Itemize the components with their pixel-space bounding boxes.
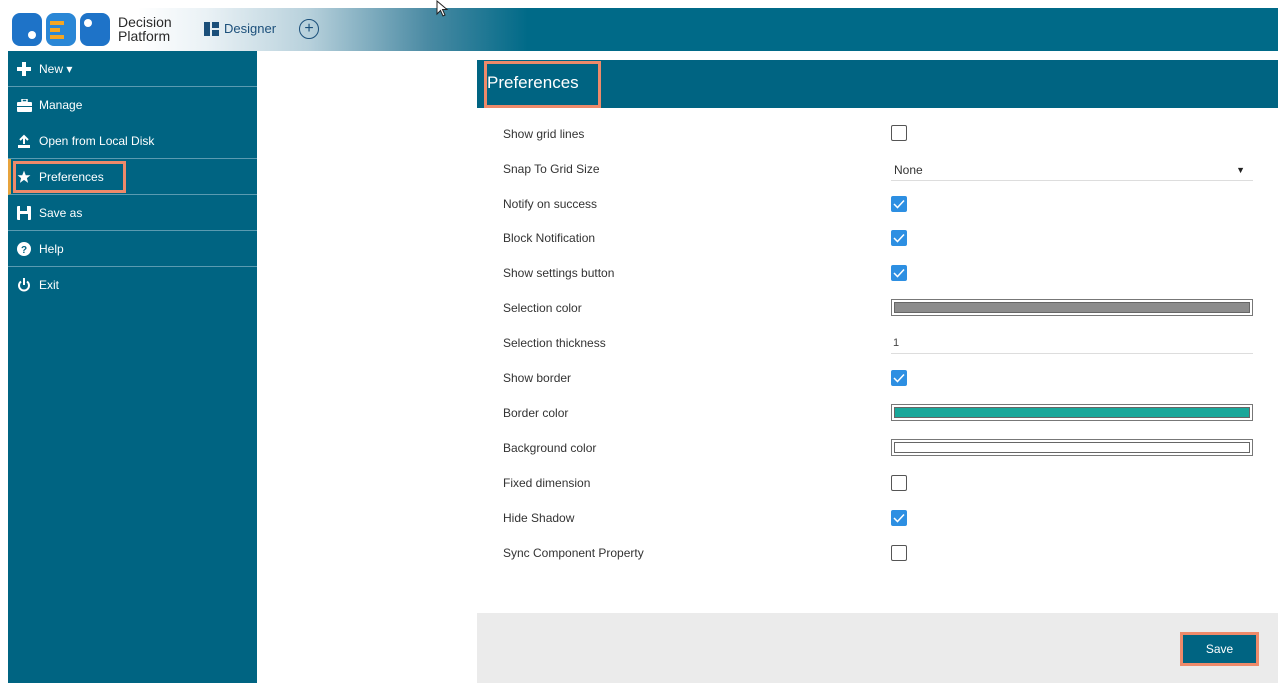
designer-grid-icon (204, 21, 219, 36)
row-label: Show grid lines (503, 127, 585, 141)
row-label: Border color (503, 406, 569, 420)
show-grid-lines-checkbox[interactable] (891, 125, 907, 141)
check-icon (893, 199, 905, 209)
sidebar: New ▾ Manage Open from Local Disk Prefer… (8, 51, 257, 683)
row-label: Show settings button (503, 266, 615, 280)
fixed-dimension-checkbox[interactable] (891, 475, 907, 491)
caret-down-icon: ▼ (1236, 164, 1245, 175)
panel-footer (477, 613, 1278, 683)
highlight-box (13, 161, 126, 193)
notify-success-checkbox[interactable] (891, 196, 907, 212)
logo-line-2: Platform (118, 28, 171, 44)
row-label: Snap To Grid Size (503, 162, 600, 176)
sidebar-item-manage[interactable]: Manage (8, 87, 257, 123)
selection-thickness-value: 1 (893, 336, 900, 349)
block-notification-checkbox[interactable] (891, 230, 907, 246)
show-settings-button-checkbox[interactable] (891, 265, 907, 281)
row-label: Sync Component Property (503, 546, 644, 560)
sidebar-item-preferences[interactable]: Preferences (8, 159, 257, 195)
save-icon (16, 205, 32, 221)
plus-icon (16, 61, 32, 77)
row-label: Fixed dimension (503, 476, 591, 490)
show-border-checkbox[interactable] (891, 370, 907, 386)
check-icon (893, 233, 905, 243)
sidebar-item-help[interactable]: ? Help (8, 231, 257, 267)
check-icon (893, 513, 905, 523)
row-label: Notify on success (503, 197, 598, 211)
briefcase-icon (16, 97, 32, 113)
row-label: Hide Shadow (503, 511, 575, 525)
border-color-fill (894, 407, 1250, 418)
sidebar-item-label: Help (39, 241, 64, 256)
row-label: Block Notification (503, 231, 596, 245)
sync-component-property-checkbox[interactable] (891, 545, 907, 561)
sidebar-item-save-as[interactable]: Save as (8, 195, 257, 231)
mouse-cursor-icon (436, 0, 449, 17)
add-circle-icon[interactable]: + (299, 19, 319, 39)
sidebar-item-label: New ▾ (39, 61, 73, 76)
check-icon (893, 268, 905, 278)
snap-grid-value: None (894, 162, 923, 177)
row-label: Show border (503, 371, 572, 385)
sidebar-item-label: Exit (39, 278, 60, 292)
sidebar-item-label: Manage (39, 98, 83, 112)
logo-text: Decision Platform (118, 15, 172, 43)
selection-thickness-input[interactable]: 1 (891, 332, 1253, 354)
designer-tab[interactable]: Designer (204, 21, 276, 36)
background-color-fill (894, 442, 1250, 453)
upload-icon (16, 133, 32, 149)
sidebar-item-label: Open from Local Disk (39, 133, 155, 148)
save-button[interactable]: Save (1180, 632, 1259, 666)
selection-color-picker[interactable] (891, 299, 1253, 316)
row-label: Selection color (503, 301, 582, 315)
sidebar-item-label: Save as (39, 205, 83, 220)
row-label: Background color (503, 441, 597, 455)
sidebar-item-exit[interactable]: Exit (8, 267, 257, 303)
top-bar: Decision Platform Designer + (8, 8, 1278, 51)
hide-shadow-checkbox[interactable] (891, 510, 907, 526)
bdb-logo (12, 13, 110, 46)
selection-color-fill (894, 302, 1250, 313)
snap-grid-select[interactable]: None ▼ (891, 159, 1253, 181)
border-color-picker[interactable] (891, 404, 1253, 421)
power-icon (16, 277, 32, 293)
check-icon (893, 373, 905, 383)
sidebar-item-open-local[interactable]: Open from Local Disk (8, 123, 257, 159)
background-color-picker[interactable] (891, 439, 1253, 456)
logo-line-1: Decision (118, 14, 172, 30)
designer-label: Designer (224, 21, 277, 36)
svg-text:?: ? (21, 245, 27, 256)
help-icon: ? (16, 241, 32, 257)
title-highlight-box (484, 61, 601, 108)
row-label: Selection thickness (503, 336, 606, 350)
sidebar-item-new[interactable]: New ▾ (8, 51, 257, 87)
